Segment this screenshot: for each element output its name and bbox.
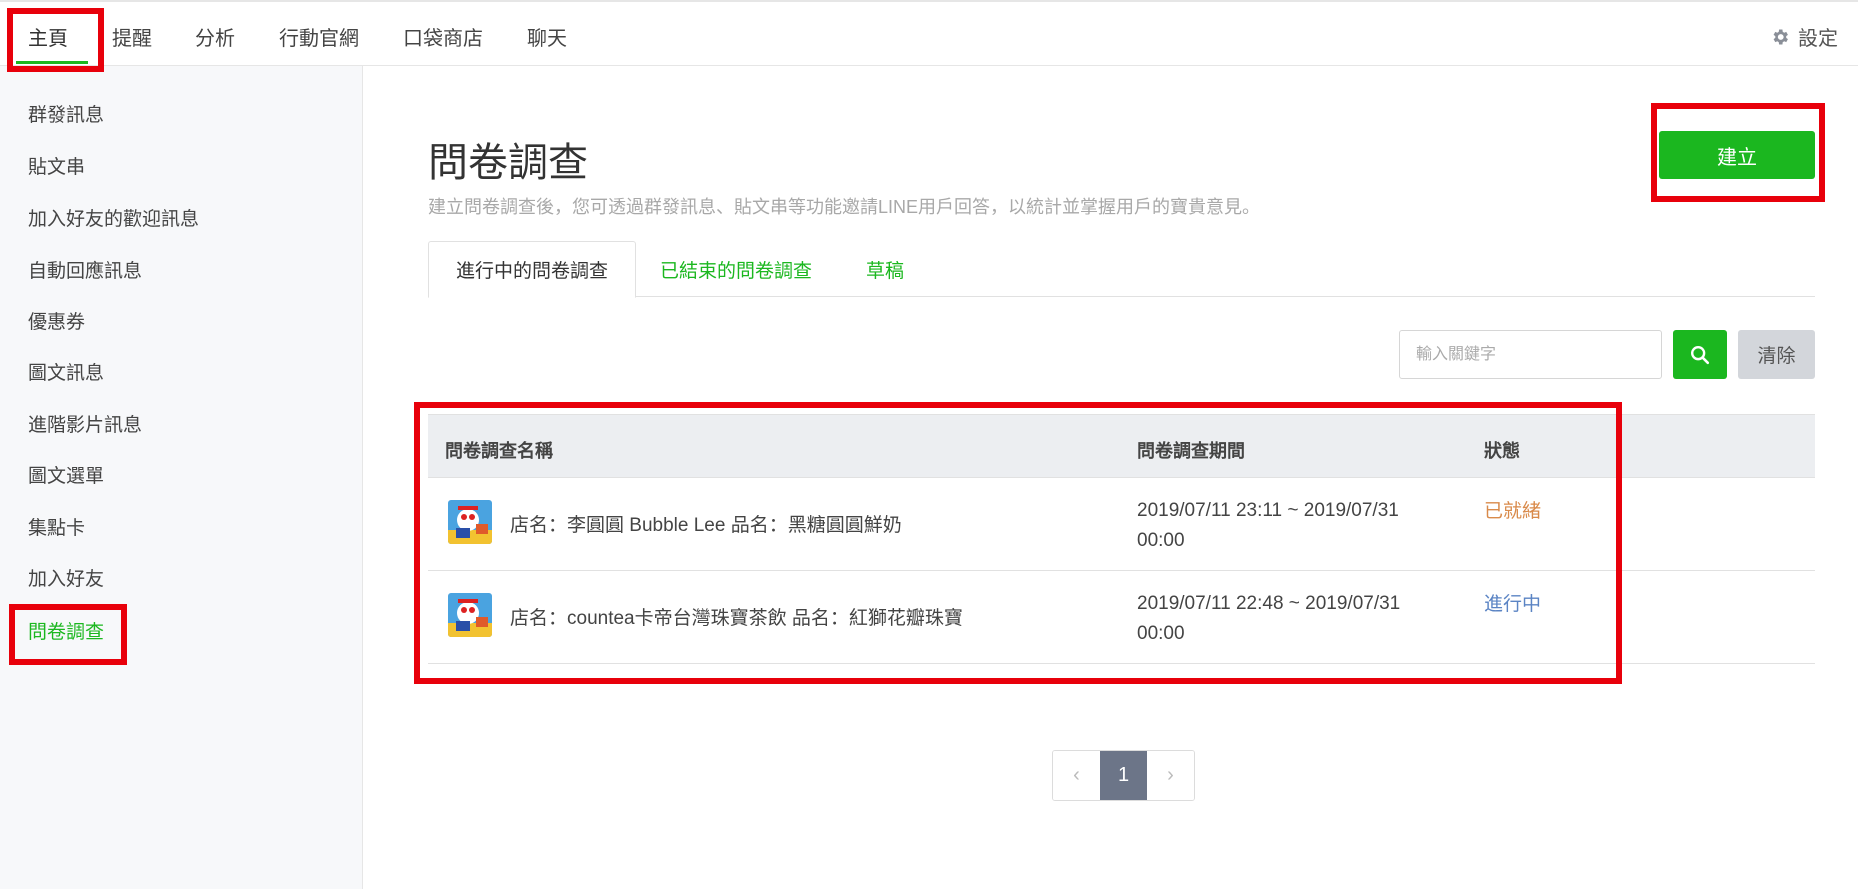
survey-tabs: 進行中的問卷調查 已結束的問卷調查 草稿 [428,241,1815,298]
survey-period: 2019/07/11 23:11 ~ 2019/07/31 00:00 [1137,496,1457,556]
tab-analytics[interactable]: 分析 [195,22,235,68]
tab-drafts[interactable]: 草稿 [866,241,904,298]
table-row[interactable]: 店名：countea卡帝台灣珠寶茶飲 品名：紅獅花瓣珠寶 2019/07/11 … [428,571,1815,664]
top-nav: 主頁 提醒 分析 行動官網 口袋商店 聊天 設定 [0,0,1858,66]
status-badge: 進行中 [1484,594,1542,615]
sidebar-item-broadcast[interactable]: 群發訊息 [28,100,104,127]
sidebar-item-rich-message[interactable]: 圖文訊息 [28,358,104,385]
sidebar-item-rich-menu[interactable]: 圖文選單 [28,461,104,488]
sidebar-item-survey[interactable]: 問卷調查 [28,617,104,644]
table-header: 問卷調查名稱 問卷調查期間 狀態 [428,414,1815,478]
sidebar-item-point-card[interactable]: 集點卡 [28,513,85,540]
prev-page-button[interactable]: ‹ [1053,751,1100,800]
tab-ongoing-surveys[interactable]: 進行中的問卷調查 [428,241,636,298]
column-header-period: 問卷調查期間 [1137,441,1245,461]
table-row[interactable]: 店名：李圓圓 Bubble Lee 品名：黑糖圓圓鮮奶 2019/07/11 2… [428,478,1815,571]
search-input[interactable] [1399,330,1662,379]
tab-chat[interactable]: 聊天 [527,22,567,68]
page-number-current[interactable]: 1 [1100,751,1147,800]
survey-period-end: 00:00 [1137,530,1185,551]
settings-label: 設定 [1798,28,1838,50]
tab-reminder[interactable]: 提醒 [112,22,152,68]
sidebar-item-greeting[interactable]: 加入好友的歡迎訊息 [28,204,199,231]
sidebar-item-timeline[interactable]: 貼文串 [28,152,85,179]
active-tab-indicator [16,61,88,64]
survey-thumbnail [448,500,492,544]
search-button[interactable] [1673,330,1727,379]
survey-thumbnail [448,593,492,637]
clear-button[interactable]: 清除 [1738,330,1815,379]
survey-period-start: 2019/07/11 22:48 ~ 2019/07/31 [1137,593,1401,614]
sidebar-item-auto-reply[interactable]: 自動回應訊息 [28,256,142,283]
column-header-status: 狀態 [1484,441,1520,461]
sidebar: 群發訊息 貼文串 加入好友的歡迎訊息 自動回應訊息 優惠券 圖文訊息 進階影片訊… [0,66,363,889]
create-button[interactable]: 建立 [1659,131,1815,179]
survey-table: 問卷調查名稱 問卷調查期間 狀態 店名：李圓圓 Bubble Lee 品名：黑糖… [428,414,1815,664]
survey-period-start: 2019/07/11 23:11 ~ 2019/07/31 [1137,500,1399,521]
survey-name[interactable]: 店名：李圓圓 Bubble Lee 品名：黑糖圓圓鮮奶 [510,510,902,537]
page-title: 問卷調查 [428,141,588,185]
pagination: ‹ 1 › [1052,750,1195,801]
sidebar-item-add-friend[interactable]: 加入好友 [28,564,104,591]
tab-mobile-site[interactable]: 行動官網 [279,22,359,68]
next-page-button[interactable]: › [1147,751,1194,800]
sidebar-item-coupon[interactable]: 優惠券 [28,307,85,334]
survey-name[interactable]: 店名：countea卡帝台灣珠寶茶飲 品名：紅獅花瓣珠寶 [510,603,963,630]
search-icon [1691,345,1710,364]
gear-icon [1773,29,1788,44]
settings-link[interactable]: 設定 [1770,22,1838,51]
tab-pocket-shop[interactable]: 口袋商店 [403,22,483,68]
survey-period-end: 00:00 [1137,623,1185,644]
page-description: 建立問卷調查後，您可透過群發訊息、貼文串等功能邀請LINE用戶回答，以統計並掌握… [428,197,1261,217]
survey-period: 2019/07/11 22:48 ~ 2019/07/31 00:00 [1137,589,1457,649]
column-header-name: 問卷調查名稱 [445,441,553,461]
tab-ended-surveys[interactable]: 已結束的問卷調查 [660,241,812,298]
sidebar-item-rich-video[interactable]: 進階影片訊息 [28,410,142,437]
status-badge: 已就緒 [1484,501,1542,522]
